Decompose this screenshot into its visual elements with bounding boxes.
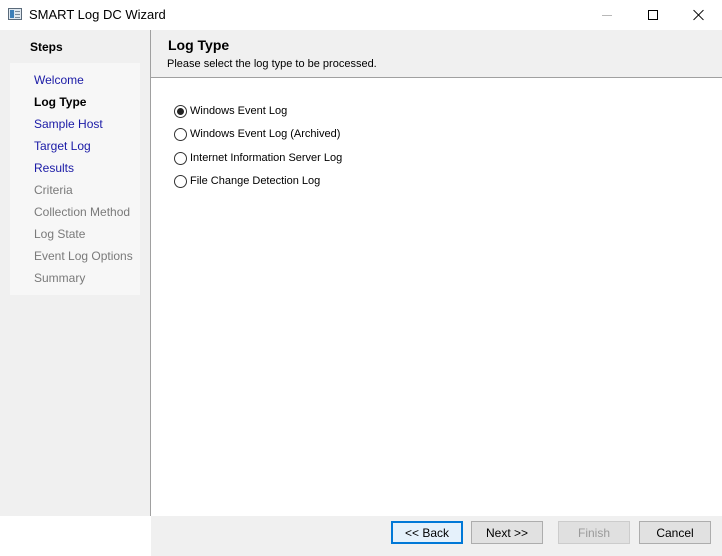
maximize-button[interactable] bbox=[630, 0, 676, 30]
option-label: Internet Information Server Log bbox=[190, 152, 343, 164]
log-type-options: Windows Event Log Windows Event Log (Arc… bbox=[151, 79, 722, 516]
finish-button[interactable]: Finish bbox=[558, 521, 630, 544]
option-windows-event-log[interactable]: Windows Event Log bbox=[174, 103, 287, 119]
radio-button[interactable] bbox=[174, 104, 187, 118]
step-summary: Summary bbox=[34, 271, 86, 285]
next-button[interactable]: Next >> bbox=[471, 521, 543, 544]
steps-panel: Steps Welcome Log Type Sample Host Targe… bbox=[0, 30, 150, 516]
step-sample-host[interactable]: Sample Host bbox=[34, 116, 103, 132]
option-label: Windows Event Log bbox=[190, 105, 288, 117]
radio-button[interactable] bbox=[174, 127, 187, 141]
steps-heading: Steps bbox=[30, 40, 63, 54]
wizard-app-icon bbox=[8, 8, 22, 20]
page-title: Log Type bbox=[168, 37, 230, 53]
step-welcome[interactable]: Welcome bbox=[34, 72, 84, 88]
back-button[interactable]: << Back bbox=[391, 521, 463, 544]
option-label: Windows Event Log (Archived) bbox=[190, 128, 341, 140]
window-title: SMART Log DC Wizard bbox=[29, 7, 166, 22]
minimize-button[interactable] bbox=[584, 0, 630, 30]
maximize-icon bbox=[648, 10, 658, 20]
step-results[interactable]: Results bbox=[34, 160, 74, 176]
option-windows-event-log-archived[interactable]: Windows Event Log (Archived) bbox=[174, 126, 340, 142]
steps-list: Welcome Log Type Sample Host Target Log … bbox=[10, 63, 140, 295]
step-log-state: Log State bbox=[34, 227, 86, 241]
step-log-type: Log Type bbox=[34, 95, 87, 109]
step-collection-method: Collection Method bbox=[34, 205, 131, 219]
option-label: File Change Detection Log bbox=[190, 175, 321, 187]
cancel-button[interactable]: Cancel bbox=[639, 521, 711, 544]
option-iis-log[interactable]: Internet Information Server Log bbox=[174, 150, 342, 166]
radio-button[interactable] bbox=[174, 174, 187, 188]
page-header: Log Type Please select the log type to b… bbox=[151, 30, 722, 78]
minimize-icon bbox=[602, 14, 612, 16]
close-button[interactable] bbox=[676, 0, 722, 30]
option-file-change-detection-log[interactable]: File Change Detection Log bbox=[174, 173, 320, 189]
radio-button[interactable] bbox=[174, 151, 187, 165]
wizard-footer: << Back Next >> Finish Cancel bbox=[151, 516, 722, 556]
step-criteria: Criteria bbox=[34, 183, 73, 197]
step-event-log-options: Event Log Options bbox=[34, 249, 133, 263]
close-icon bbox=[693, 9, 705, 21]
title-bar: SMART Log DC Wizard bbox=[0, 0, 722, 30]
page-subtitle: Please select the log type to be process… bbox=[167, 58, 377, 70]
step-target-log[interactable]: Target Log bbox=[34, 138, 91, 154]
